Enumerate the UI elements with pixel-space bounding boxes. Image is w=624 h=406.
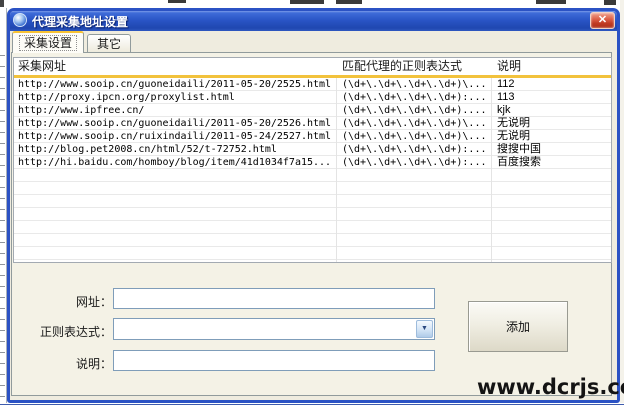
- table-row[interactable]: http://www.sooip.cn/ruixindaili/2011-05-…: [14, 130, 611, 143]
- background-window-border-line: [0, 404, 624, 405]
- column-header-desc[interactable]: 说明: [497, 58, 521, 75]
- table-cell-regex: (\d+\.\d+\.\d+\.\d+)\...: [342, 117, 490, 130]
- background-window-right-sliver: [620, 0, 624, 406]
- tab-other[interactable]: 其它: [87, 34, 131, 53]
- app-icon: [13, 13, 27, 27]
- background-window-left-sliver: [0, 8, 7, 404]
- table-cell-url: http://hi.baidu.com/homboy/blog/item/41d…: [18, 156, 334, 169]
- background-grid-lines: [0, 45, 5, 402]
- table-cell-regex: (\d+\.\d+\.\d+\.\d+)\...: [342, 130, 490, 143]
- background-window-top-sliver: [0, 0, 624, 8]
- background-text-fragment: [604, 0, 616, 5]
- table-cell-desc: 无说明: [497, 130, 609, 143]
- table-cell-desc: 113: [497, 91, 609, 104]
- table-body: http://www.sooip.cn/guoneidaili/2011-05-…: [14, 78, 611, 169]
- table-cell-regex: (\d+\.\d+\.\d+\.\d+)\...: [342, 78, 490, 91]
- table-row[interactable]: http://www.sooip.cn/guoneidaili/2011-05-…: [14, 117, 611, 130]
- tab-strip: 采集设置 其它: [12, 31, 131, 53]
- column-header-regex[interactable]: 匹配代理的正则表达式: [342, 58, 462, 75]
- desc-input[interactable]: [113, 350, 435, 371]
- table-cell-url: http://www.ipfree.cn/: [18, 104, 334, 117]
- listview-header: 采集网址 匹配代理的正则表达式 说明: [14, 58, 611, 76]
- table-cell-regex: (\d+\.\d+\.\d+\.\d+):...: [342, 143, 490, 156]
- regex-combobox-dropdown-button[interactable]: ▼: [416, 320, 433, 338]
- chevron-down-icon: ▼: [417, 321, 432, 337]
- titlebar[interactable]: 代理采集地址设置 ✕: [10, 11, 617, 31]
- background-text-fragment: [290, 0, 324, 4]
- window-title: 代理采集地址设置: [32, 13, 128, 30]
- desc-label: 说明：: [16, 355, 112, 372]
- table-cell-desc: 搜搜中国: [497, 143, 609, 156]
- background-text-fragment: [536, 0, 566, 4]
- proxy-source-listview[interactable]: 采集网址 匹配代理的正则表达式 说明 http://www.sooip.cn/g…: [13, 57, 612, 263]
- url-input[interactable]: [113, 288, 435, 309]
- tab-label: 采集设置: [19, 35, 77, 51]
- regex-label: 正则表达式：: [16, 323, 112, 340]
- tab-panel: 采集网址 匹配代理的正则表达式 说明 http://www.sooip.cn/g…: [11, 52, 612, 396]
- table-cell-desc: 无说明: [497, 117, 609, 130]
- listview-body: http://www.sooip.cn/guoneidaili/2011-05-…: [14, 78, 611, 262]
- table-row[interactable]: http://www.sooip.cn/guoneidaili/2011-05-…: [14, 78, 611, 91]
- table-cell-regex: (\d+\.\d+\.\d+\.\d+):...: [342, 91, 490, 104]
- add-button[interactable]: 添加: [468, 301, 568, 352]
- column-header-url[interactable]: 采集网址: [18, 58, 66, 75]
- table-row[interactable]: http://www.ipfree.cn/ (\d+\.\d+\.\d+\.\d…: [14, 104, 611, 117]
- table-cell-url: http://proxy.ipcn.org/proxylist.html: [18, 91, 334, 104]
- regex-combobox[interactable]: ▼: [113, 318, 435, 340]
- table-row[interactable]: http://hi.baidu.com/homboy/blog/item/41d…: [14, 156, 611, 169]
- table-row[interactable]: http://blog.pet2008.cn/html/52/t-72752.h…: [14, 143, 611, 156]
- table-cell-url: http://blog.pet2008.cn/html/52/t-72752.h…: [18, 143, 334, 156]
- table-cell-desc: kjk: [497, 104, 609, 117]
- tab-collection-settings[interactable]: 采集设置: [12, 31, 84, 53]
- table-cell-url: http://www.sooip.cn/guoneidaili/2011-05-…: [18, 117, 334, 130]
- table-cell-regex: (\d+\.\d+\.\d+\.\d+):...: [342, 156, 490, 169]
- table-row[interactable]: http://proxy.ipcn.org/proxylist.html (\d…: [14, 91, 611, 104]
- close-button[interactable]: ✕: [590, 12, 615, 29]
- proxy-settings-dialog: 代理采集地址设置 ✕ 采集设置 其它 采集网址 匹配代理的正则表达式 说明 ht…: [7, 8, 620, 403]
- table-cell-desc: 百度搜索: [497, 156, 609, 169]
- url-label: 网址：: [16, 293, 112, 310]
- watermark: www.dcrjs.com: [477, 375, 624, 399]
- background-text-fragment: [0, 0, 4, 7]
- table-cell-desc: 112: [497, 78, 609, 91]
- tab-label: 其它: [97, 37, 121, 51]
- table-cell-url: http://www.sooip.cn/ruixindaili/2011-05-…: [18, 130, 334, 143]
- close-icon: ✕: [598, 14, 607, 26]
- table-cell-url: http://www.sooip.cn/guoneidaili/2011-05-…: [18, 78, 334, 91]
- background-text-fragment: [168, 0, 186, 3]
- background-text-fragment: [336, 0, 362, 4]
- table-cell-regex: (\d+\.\d+\.\d+\.\d+)....: [342, 104, 490, 117]
